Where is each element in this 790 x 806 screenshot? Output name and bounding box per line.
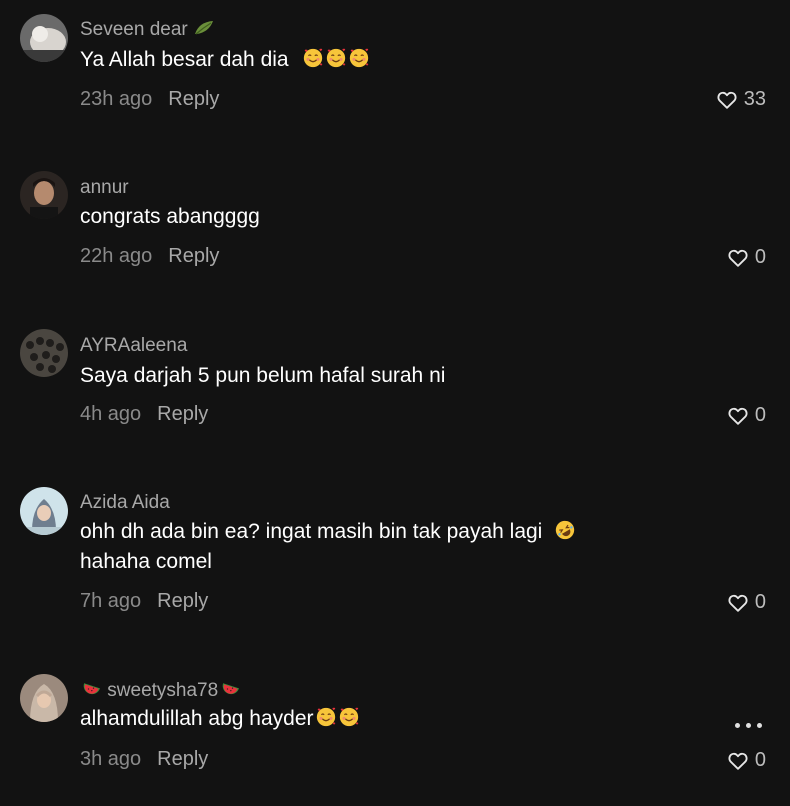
leaf-icon [195, 21, 214, 35]
like-count: 0 [754, 404, 766, 426]
dot [746, 723, 751, 728]
timestamp: 23h ago [80, 88, 153, 110]
avatar[interactable] [20, 14, 68, 62]
timestamp: 4h ago [80, 403, 142, 425]
dot [757, 723, 762, 728]
smiling-face-with-hearts-icon [302, 47, 324, 69]
like-count: 33 [743, 88, 766, 110]
heart-icon [716, 89, 738, 111]
avatar[interactable] [20, 329, 68, 377]
comment-text: congrats abangggg [80, 205, 260, 228]
comment-meta: 7h ago Reply [80, 588, 208, 614]
dot [735, 723, 740, 728]
like-button[interactable]: 0 [727, 749, 766, 772]
smiling-face-with-hearts-icon [338, 706, 360, 728]
comment-meta: 22h ago Reply [80, 243, 219, 269]
more-options-icon[interactable] [735, 723, 762, 728]
heart-icon [727, 405, 749, 427]
username[interactable]: Seveen dear [80, 18, 215, 42]
like-button[interactable]: 0 [727, 404, 766, 427]
heart-icon [727, 592, 749, 614]
comment-text: ohh dh ada bin ea? ingat masih bin tak p… [80, 517, 576, 547]
comment-text-line-2: hahaha comel [80, 550, 212, 573]
comment-meta: 23h ago Reply [80, 86, 219, 112]
reply-button[interactable]: Reply [157, 748, 208, 770]
avatar[interactable] [20, 487, 68, 535]
watermelon-icon [219, 679, 241, 699]
avatar[interactable] [20, 674, 68, 722]
comment-text: Ya Allah besar dah dia [80, 45, 370, 75]
like-button[interactable]: 0 [727, 591, 766, 614]
smiling-face-with-hearts-icon [315, 706, 337, 728]
reply-button[interactable]: Reply [168, 88, 219, 110]
timestamp: 22h ago [80, 245, 153, 267]
smiling-face-with-hearts-icon [325, 47, 347, 69]
reply-button[interactable]: Reply [168, 245, 219, 267]
timestamp: 7h ago [80, 590, 142, 612]
username[interactable]: annur [80, 176, 129, 200]
like-button[interactable]: 0 [727, 246, 766, 269]
watermelon-icon [80, 679, 102, 699]
rolling-on-floor-laughing-icon [554, 519, 576, 541]
reply-button[interactable]: Reply [157, 403, 208, 425]
username[interactable]: AYRAaleena [80, 334, 187, 358]
heart-icon [727, 247, 749, 269]
reply-button[interactable]: Reply [157, 590, 208, 612]
username[interactable]: Azida Aida [80, 491, 170, 515]
comment-text: alhamdulillah abg hayder [80, 704, 360, 734]
like-count: 0 [754, 591, 766, 613]
comment-text: Saya darjah 5 pun belum hafal surah ni [80, 364, 446, 387]
like-count: 0 [754, 749, 766, 771]
smiling-face-with-hearts-icon [348, 47, 370, 69]
avatar[interactable] [20, 171, 68, 219]
heart-icon [727, 750, 749, 772]
like-button[interactable]: 33 [716, 88, 766, 111]
comment-meta: 4h ago Reply [80, 401, 208, 427]
like-count: 0 [754, 246, 766, 268]
username[interactable]: sweetysha78 [80, 679, 241, 703]
timestamp: 3h ago [80, 748, 142, 770]
comment-meta: 3h ago Reply [80, 746, 208, 772]
